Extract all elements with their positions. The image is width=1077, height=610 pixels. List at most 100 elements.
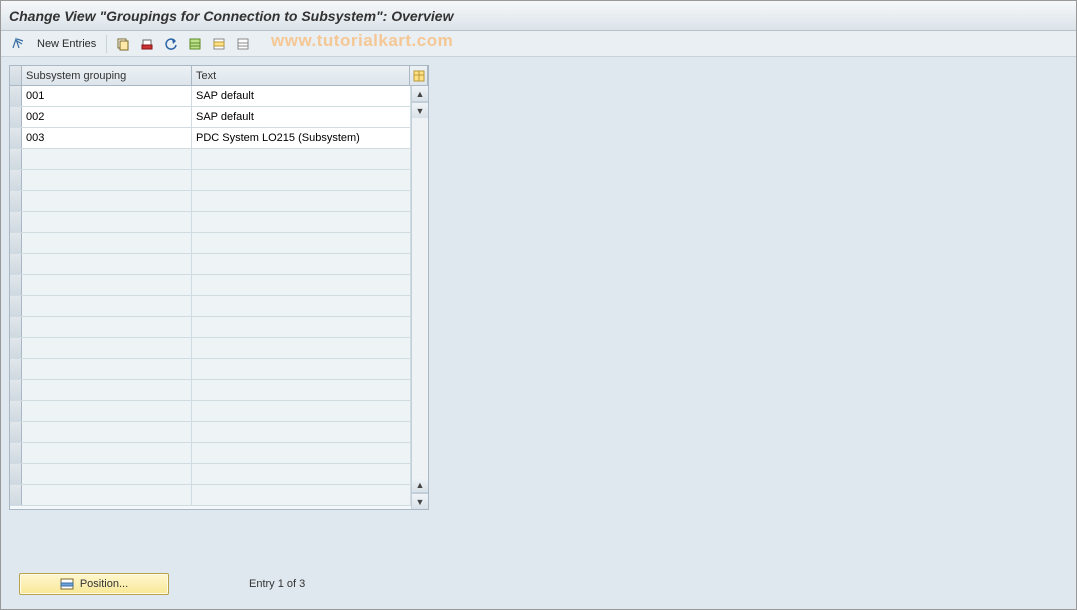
table-row[interactable] (10, 317, 411, 338)
row-selector[interactable] (10, 212, 22, 232)
cell-grouping[interactable] (22, 443, 192, 463)
table-row[interactable] (10, 191, 411, 212)
scroll-up-icon[interactable]: ▲ (412, 477, 428, 493)
row-selector[interactable] (10, 191, 22, 211)
row-selector[interactable] (10, 254, 22, 274)
row-selector-header[interactable] (10, 66, 22, 85)
table-row[interactable] (10, 464, 411, 485)
cell-grouping[interactable]: 003 (22, 128, 192, 148)
vertical-scrollbar[interactable]: ▲ ▼ ▲ ▼ (411, 86, 428, 509)
table-row[interactable] (10, 212, 411, 233)
row-selector[interactable] (10, 233, 22, 253)
cell-grouping[interactable] (22, 296, 192, 316)
cell-grouping[interactable] (22, 401, 192, 421)
cell-text[interactable] (192, 464, 411, 484)
cell-text[interactable] (192, 359, 411, 379)
scroll-up-icon[interactable]: ▲ (412, 86, 428, 102)
row-selector[interactable] (10, 86, 22, 106)
cell-grouping[interactable] (22, 338, 192, 358)
cell-text[interactable] (192, 380, 411, 400)
table-row[interactable] (10, 296, 411, 317)
cell-text[interactable] (192, 170, 411, 190)
cell-grouping[interactable] (22, 317, 192, 337)
cell-text[interactable] (192, 485, 411, 505)
table-row[interactable] (10, 338, 411, 359)
row-selector[interactable] (10, 485, 22, 505)
column-header-text[interactable]: Text (192, 66, 410, 85)
toolbar: New Entries (1, 31, 1076, 57)
cell-text[interactable] (192, 443, 411, 463)
cell-grouping[interactable] (22, 170, 192, 190)
table-row[interactable] (10, 443, 411, 464)
row-selector[interactable] (10, 275, 22, 295)
table-row[interactable] (10, 422, 411, 443)
scroll-down-icon[interactable]: ▼ (412, 102, 428, 118)
cell-text[interactable]: SAP default (192, 86, 411, 106)
table-settings-icon[interactable] (410, 66, 428, 85)
cell-text[interactable]: PDC System LO215 (Subsystem) (192, 128, 411, 148)
row-selector[interactable] (10, 401, 22, 421)
row-selector[interactable] (10, 338, 22, 358)
row-selector[interactable] (10, 317, 22, 337)
cell-grouping[interactable] (22, 485, 192, 505)
table-row[interactable] (10, 254, 411, 275)
cell-grouping[interactable] (22, 275, 192, 295)
table-row[interactable] (10, 233, 411, 254)
select-block-icon[interactable] (210, 35, 228, 53)
cell-text[interactable] (192, 254, 411, 274)
cell-grouping[interactable] (22, 149, 192, 169)
cell-text[interactable] (192, 233, 411, 253)
position-button[interactable]: Position... (19, 573, 169, 595)
row-selector[interactable] (10, 296, 22, 316)
select-all-icon[interactable] (186, 35, 204, 53)
table-row[interactable] (10, 275, 411, 296)
table-row[interactable]: 002SAP default (10, 107, 411, 128)
table-row[interactable] (10, 359, 411, 380)
row-selector[interactable] (10, 443, 22, 463)
cell-grouping[interactable] (22, 191, 192, 211)
cell-grouping[interactable]: 002 (22, 107, 192, 127)
delete-icon[interactable] (138, 35, 156, 53)
row-selector[interactable] (10, 170, 22, 190)
table-row[interactable] (10, 401, 411, 422)
cell-grouping[interactable] (22, 212, 192, 232)
cell-text[interactable] (192, 212, 411, 232)
row-selector[interactable] (10, 128, 22, 148)
row-selector[interactable] (10, 422, 22, 442)
cell-text[interactable] (192, 338, 411, 358)
cell-text[interactable] (192, 191, 411, 211)
undo-icon[interactable] (162, 35, 180, 53)
cell-text[interactable] (192, 401, 411, 421)
table-row[interactable] (10, 380, 411, 401)
scroll-down-icon[interactable]: ▼ (412, 493, 428, 509)
cell-grouping[interactable] (22, 233, 192, 253)
cell-text[interactable]: SAP default (192, 107, 411, 127)
cell-grouping[interactable] (22, 464, 192, 484)
toggle-icon[interactable] (9, 35, 27, 53)
deselect-all-icon[interactable] (234, 35, 252, 53)
cell-text[interactable] (192, 317, 411, 337)
table-row[interactable]: 003PDC System LO215 (Subsystem) (10, 128, 411, 149)
position-button-label: Position... (80, 578, 128, 590)
cell-text[interactable] (192, 149, 411, 169)
cell-text[interactable] (192, 275, 411, 295)
cell-grouping[interactable] (22, 380, 192, 400)
column-header-grouping[interactable]: Subsystem grouping (22, 66, 192, 85)
table-row[interactable] (10, 170, 411, 191)
new-entries-button[interactable]: New Entries (33, 36, 100, 52)
row-selector[interactable] (10, 380, 22, 400)
cell-grouping[interactable]: 001 (22, 86, 192, 106)
row-selector[interactable] (10, 464, 22, 484)
cell-grouping[interactable] (22, 359, 192, 379)
table-row[interactable] (10, 485, 411, 506)
cell-text[interactable] (192, 296, 411, 316)
cell-grouping[interactable] (22, 254, 192, 274)
cell-text[interactable] (192, 422, 411, 442)
row-selector[interactable] (10, 107, 22, 127)
row-selector[interactable] (10, 359, 22, 379)
copy-icon[interactable] (114, 35, 132, 53)
table-row[interactable] (10, 149, 411, 170)
table-row[interactable]: 001SAP default (10, 86, 411, 107)
cell-grouping[interactable] (22, 422, 192, 442)
row-selector[interactable] (10, 149, 22, 169)
